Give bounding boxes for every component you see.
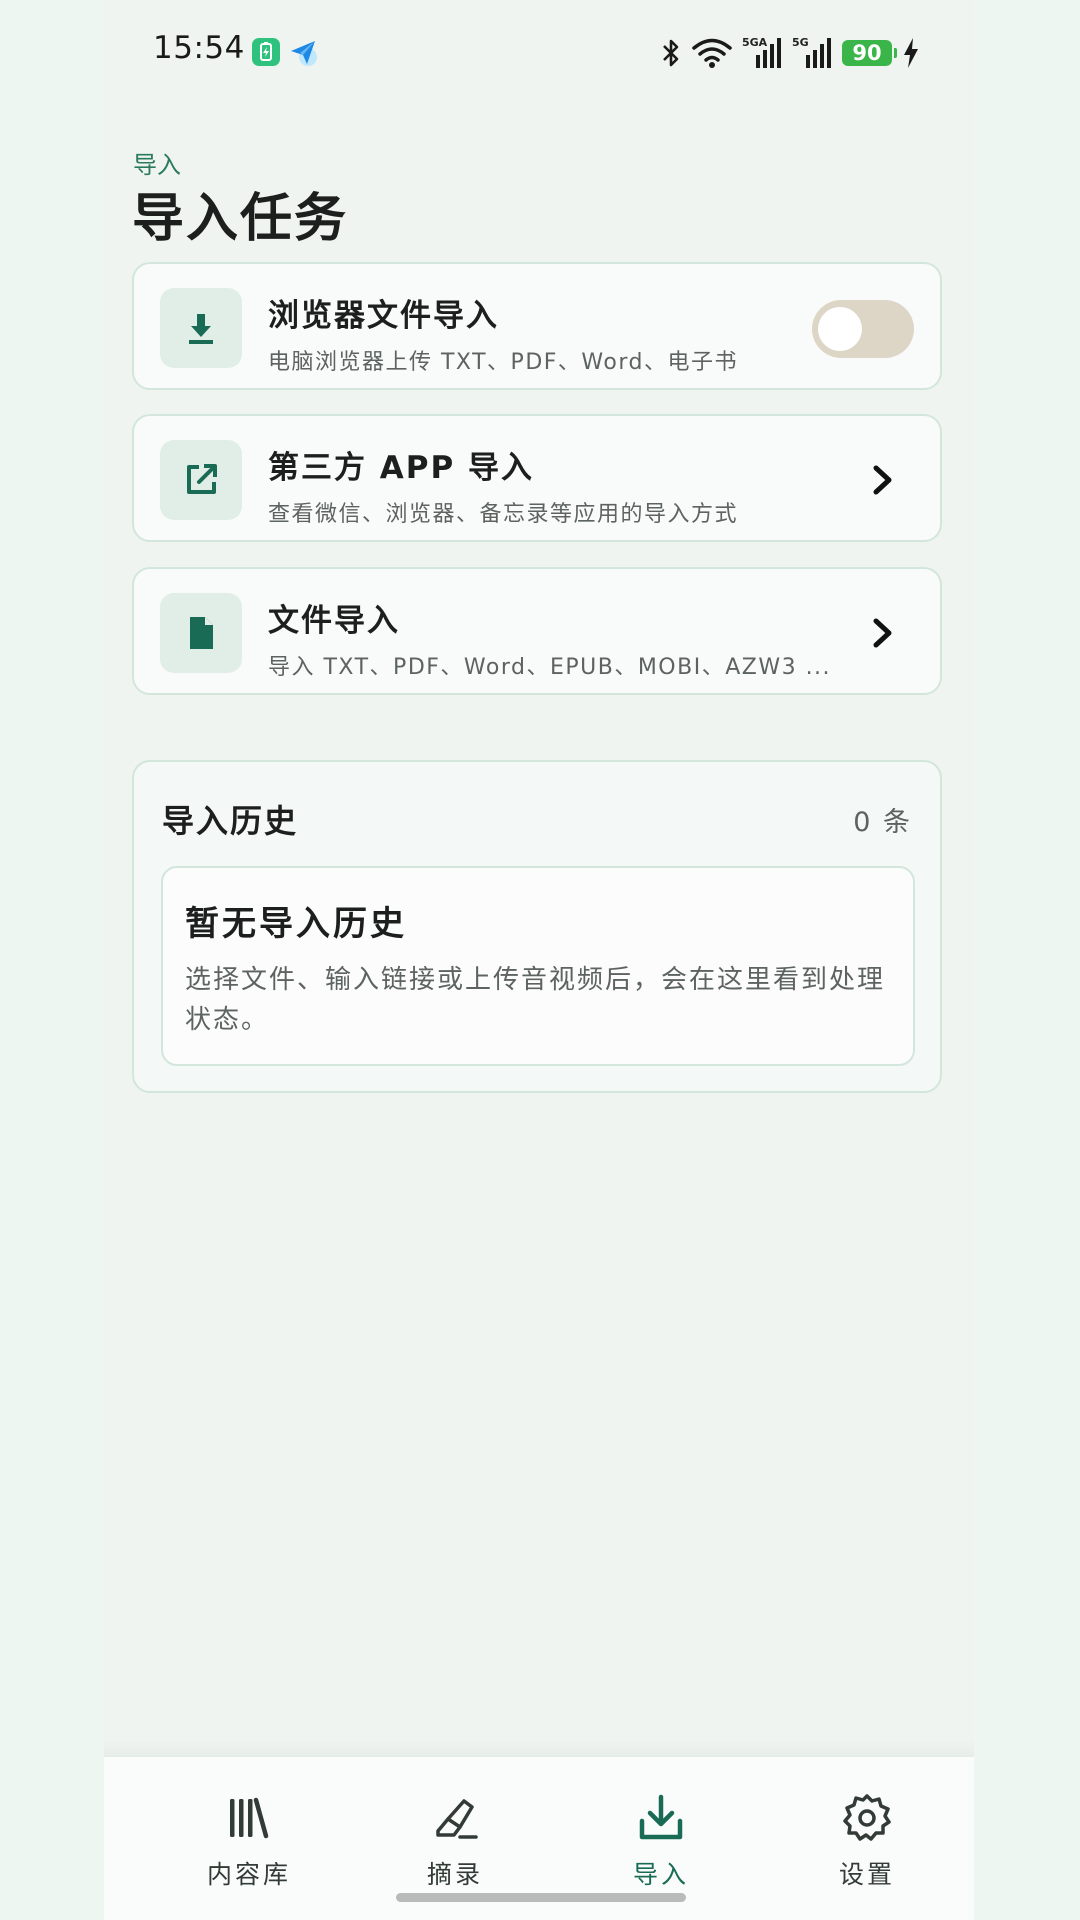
left-margin bbox=[0, 0, 104, 1920]
nav-label: 导入 bbox=[632, 1860, 689, 1889]
external-link-icon bbox=[187, 464, 217, 494]
wifi-icon bbox=[692, 38, 732, 68]
home-indicator[interactable] bbox=[396, 1893, 686, 1902]
nav-item-library[interactable]: 内容库 bbox=[179, 1793, 319, 1893]
library-icon bbox=[230, 1797, 269, 1839]
gear-icon bbox=[843, 1794, 891, 1841]
history-count: 0 条 bbox=[853, 807, 912, 838]
nav-item-settings[interactable]: 设置 bbox=[797, 1793, 937, 1893]
option-title: 第三方 APP 导入 bbox=[268, 450, 535, 486]
highlighter-icon bbox=[436, 1799, 478, 1839]
empty-history-box: 暂无导入历史 选择文件、输入链接或上传音视频后，会在这里看到处理状态。 bbox=[161, 866, 915, 1066]
battery-level: 90 bbox=[852, 41, 882, 65]
nav-item-import[interactable]: 导入 bbox=[591, 1793, 731, 1893]
nav-label: 摘录 bbox=[426, 1860, 483, 1889]
option-title: 文件导入 bbox=[268, 603, 400, 639]
file-import-card[interactable]: 文件导入 导入 TXT、PDF、Word、EPUB、MOBI、AZW3 ... bbox=[132, 567, 942, 695]
nav-label: 设置 bbox=[838, 1860, 895, 1889]
battery-indicator: 90 bbox=[842, 40, 897, 66]
signal-bars-icon bbox=[806, 38, 831, 68]
history-title: 导入历史 bbox=[162, 802, 299, 840]
file-icon bbox=[190, 617, 213, 649]
option-subtitle: 电脑浏览器上传 TXT、PDF、Word、电子书 bbox=[268, 350, 738, 375]
empty-history-description: 选择文件、输入链接或上传音视频后，会在这里看到处理状态。 bbox=[185, 965, 886, 1035]
download-icon bbox=[189, 314, 213, 344]
option-icon-box bbox=[160, 440, 242, 520]
toggle-knob bbox=[818, 307, 862, 351]
page-title: 导入任务 bbox=[132, 189, 349, 249]
right-margin bbox=[974, 0, 1080, 1920]
paper-plane-app-icon bbox=[291, 41, 317, 66]
chevron-right-icon bbox=[873, 465, 892, 495]
status-indicators: 5GA 5G 90 bbox=[660, 33, 920, 73]
browser-file-import-card[interactable]: 浏览器文件导入 电脑浏览器上传 TXT、PDF、Word、电子书 bbox=[132, 262, 942, 390]
cellular-signal-2: 5G bbox=[792, 37, 832, 69]
option-subtitle: 导入 TXT、PDF、Word、EPUB、MOBI、AZW3 ... bbox=[268, 655, 832, 680]
third-party-app-import-card[interactable]: 第三方 APP 导入 查看微信、浏览器、备忘录等应用的导入方式 bbox=[132, 414, 942, 542]
empty-history-title: 暂无导入历史 bbox=[185, 904, 407, 944]
option-icon-box bbox=[160, 593, 242, 673]
cellular-signal-1: 5GA bbox=[742, 37, 782, 69]
import-history-card: 导入历史 0 条 暂无导入历史 选择文件、输入链接或上传音视频后，会在这里看到处… bbox=[132, 760, 942, 1093]
option-subtitle: 查看微信、浏览器、备忘录等应用的导入方式 bbox=[268, 502, 739, 527]
section-eyebrow: 导入 bbox=[133, 151, 181, 179]
nav-item-excerpts[interactable]: 摘录 bbox=[385, 1793, 525, 1893]
status-time: 15:54 bbox=[153, 30, 245, 66]
bluetooth-icon bbox=[663, 39, 679, 67]
nav-label: 内容库 bbox=[206, 1860, 291, 1889]
charging-icon bbox=[904, 38, 918, 68]
signal-bars-icon bbox=[756, 38, 781, 68]
status-bar: 15:54 5GA 5G 90 bbox=[104, 0, 974, 100]
battery-saver-app-icon bbox=[252, 38, 280, 66]
option-title: 浏览器文件导入 bbox=[268, 298, 499, 334]
nav-shadow bbox=[104, 1740, 974, 1756]
option-icon-box bbox=[160, 288, 242, 368]
import-icon bbox=[639, 1794, 683, 1840]
app-screen: 15:54 5GA 5G 90 导入 导入任务 浏览器文件导入 电脑浏览器上传 … bbox=[104, 0, 974, 1920]
chevron-right-icon bbox=[873, 618, 892, 648]
browser-import-toggle[interactable] bbox=[812, 300, 914, 358]
